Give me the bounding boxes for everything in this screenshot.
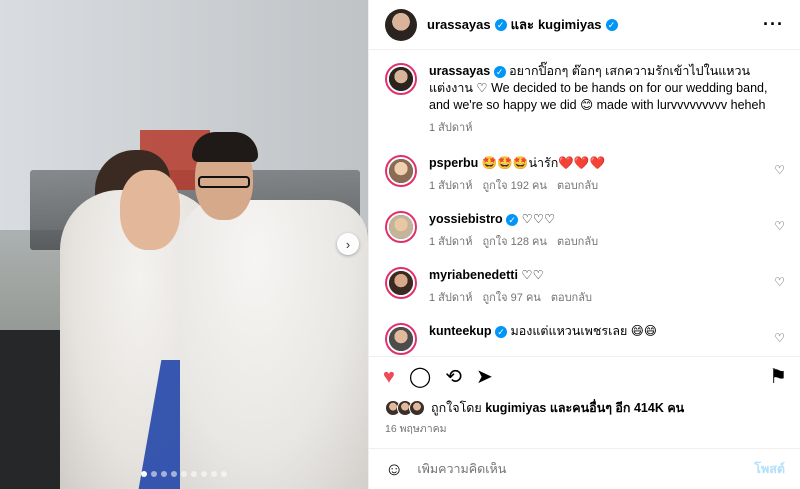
comment-time[interactable]: 1 สัปดาห์ xyxy=(429,178,472,195)
post-header: urassayas ✓ และ kugimiyas ✓ ··· xyxy=(369,0,800,50)
comment-like-heart-icon[interactable]: ♡ xyxy=(774,163,785,177)
caption: urassayas ✓ อยากปิ๊อกๆ ต๊อกๆ เสกความรักเ… xyxy=(385,63,785,137)
carousel-dot xyxy=(151,471,157,477)
carousel-dot xyxy=(181,471,187,477)
comment-like-heart-icon[interactable]: ♡ xyxy=(774,275,785,289)
liker-avatars xyxy=(385,400,425,416)
comment-item: psperbu 🤩🤩🤩น่ารัก❤️❤️❤️ 1 สัปดาห์ ถูกใจ … xyxy=(385,155,785,195)
comment-item: yossiebistro ✓ ♡♡♡ 1 สัปดาห์ ถูกใจ 128 ค… xyxy=(385,211,785,251)
reply-button[interactable]: ตอบกลับ xyxy=(557,234,598,251)
comment-bubble-icon[interactable]: ◯ xyxy=(409,367,431,387)
caption-avatar[interactable] xyxy=(385,63,417,95)
photo-shadow xyxy=(0,330,60,489)
comment-time[interactable]: 1 สัปดาห์ xyxy=(429,290,472,307)
chevron-right-icon: › xyxy=(345,236,351,252)
bookmark-icon[interactable]: ⚑ xyxy=(769,367,787,387)
like-heart-icon[interactable]: ♥ xyxy=(383,367,395,387)
comment-username[interactable]: psperbu xyxy=(429,156,478,170)
comment-text: ♡♡ xyxy=(521,268,544,282)
photo-man-hair xyxy=(192,132,258,162)
comment-avatar[interactable] xyxy=(385,211,417,243)
emoji-icon[interactable]: ☺ xyxy=(385,459,403,480)
likes-summary: ถูกใจโดย kugimiyas และคนอื่นๆ อีก 414K ค… xyxy=(385,398,684,418)
comment-text: ♡♡♡ xyxy=(521,212,556,226)
carousel-dot xyxy=(161,471,167,477)
comment-text: 🤩🤩🤩น่ารัก❤️❤️❤️ xyxy=(481,156,606,170)
carousel-dot xyxy=(211,471,217,477)
carousel-dot xyxy=(141,471,147,477)
add-comment-bar: ☺ โพสต์ xyxy=(369,448,800,489)
post-comment-button[interactable]: โพสต์ xyxy=(754,459,785,479)
comment-likes[interactable]: ถูกใจ 192 คน xyxy=(482,178,546,195)
coauthor-username[interactable]: kugimiyas xyxy=(538,17,602,32)
likes-prefix: ถูกใจโดย xyxy=(431,401,482,415)
post-date[interactable]: 16 พฤษภาคม xyxy=(385,420,447,437)
post-details-panel: urassayas ✓ และ kugimiyas ✓ ··· urassaya… xyxy=(368,0,800,489)
reply-button[interactable]: ตอบกลับ xyxy=(551,290,592,307)
carousel-dot xyxy=(171,471,177,477)
comment-username[interactable]: yossiebistro xyxy=(429,212,503,226)
photo-woman-face xyxy=(120,170,180,250)
comment-time[interactable]: 1 สัปดาห์ xyxy=(429,234,472,251)
verified-badge-icon: ✓ xyxy=(506,214,519,226)
author-username[interactable]: urassayas xyxy=(427,17,491,32)
repost-icon[interactable]: ⟲ xyxy=(445,367,462,387)
comment-item: kunteekup ✓ มองแต่แหวนเพชรเลย 😄😄 ♡ xyxy=(385,323,785,355)
comment-avatar[interactable] xyxy=(385,323,417,355)
comment-username[interactable]: kunteekup xyxy=(429,324,492,338)
verified-badge-icon: ✓ xyxy=(605,18,618,31)
verified-badge-icon: ✓ xyxy=(493,66,506,78)
post-photo[interactable]: › xyxy=(0,0,368,489)
carousel-dot xyxy=(201,471,207,477)
reply-button[interactable]: ตอบกลับ xyxy=(557,178,598,195)
comment-avatar[interactable] xyxy=(385,155,417,187)
and-label: และ xyxy=(510,17,534,32)
comment-avatar[interactable] xyxy=(385,267,417,299)
author-avatar[interactable] xyxy=(385,8,417,41)
carousel-next-button[interactable]: › xyxy=(337,233,359,255)
comment-like-heart-icon[interactable]: ♡ xyxy=(774,219,785,233)
caption-time[interactable]: 1 สัปดาห์ xyxy=(429,120,472,137)
comment-likes[interactable]: ถูกใจ 128 คน xyxy=(482,234,546,251)
caption-username[interactable]: urassayas xyxy=(429,64,490,78)
comment-likes[interactable]: ถูกใจ 97 คน xyxy=(482,290,540,307)
share-send-icon[interactable]: ➤ xyxy=(476,367,493,387)
comment-like-heart-icon[interactable]: ♡ xyxy=(774,331,785,345)
carousel-dot xyxy=(221,471,227,477)
comment-input[interactable] xyxy=(417,462,755,476)
carousel-dots xyxy=(0,471,368,477)
likes-user[interactable]: kugimiyas xyxy=(485,401,546,415)
carousel-dot xyxy=(191,471,197,477)
comment-text: มองแต่แหวนเพชรเลย 😄😄 xyxy=(510,324,657,338)
verified-badge-icon: ✓ xyxy=(494,18,507,31)
comments-list: urassayas ✓ อยากปิ๊อกๆ ต๊อกๆ เสกความรักเ… xyxy=(369,51,800,356)
verified-badge-icon: ✓ xyxy=(495,326,507,338)
comment-item: myriabenedetti ♡♡ 1 สัปดาห์ ถูกใจ 97 คน … xyxy=(385,267,785,307)
more-options-icon[interactable]: ··· xyxy=(763,14,784,35)
likes-suffix[interactable]: และคนอื่นๆ อีก 414K คน xyxy=(550,398,684,418)
comment-username[interactable]: myriabenedetti xyxy=(429,268,518,282)
photo-glasses xyxy=(198,176,250,188)
action-bar: ♥ ◯ ⟲ ➤ ⚑ xyxy=(369,356,800,396)
